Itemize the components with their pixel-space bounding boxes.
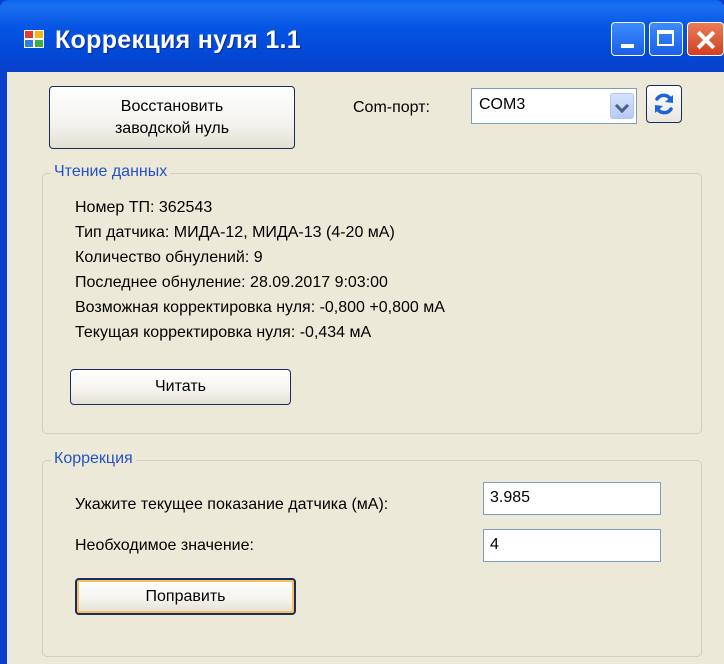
- correction-group-title: Коррекция: [51, 450, 136, 468]
- chevron-down-icon[interactable]: [610, 93, 634, 119]
- app-window: Коррекция нуля 1.1 Восстановить заводско…: [0, 0, 724, 664]
- fix-button[interactable]: Поправить: [75, 578, 296, 615]
- close-button[interactable]: [687, 22, 724, 56]
- maximize-button[interactable]: [649, 22, 683, 56]
- client-area: Восстановить заводской нуль Com-порт: CO…: [7, 72, 724, 664]
- refresh-button[interactable]: [646, 85, 682, 123]
- com-port-label: Com-порт:: [353, 99, 430, 116]
- required-value-label: Необходимое значение:: [75, 537, 254, 554]
- sensor-type-line: Тип датчика: МИДА-12, МИДА-13 (4-20 мА): [75, 224, 395, 241]
- required-value-input[interactable]: 4: [483, 529, 661, 562]
- current-reading-label: Укажите текущее показание датчика (мА):: [75, 496, 389, 513]
- app-icon: [24, 30, 44, 48]
- current-correction-line: Текущая корректировка нуля: -0,434 мА: [75, 324, 372, 341]
- com-port-value: COM3: [479, 96, 526, 113]
- title-bar[interactable]: Коррекция нуля 1.1: [0, 0, 724, 72]
- refresh-icon: [655, 93, 673, 115]
- tp-number-line: Номер ТП: 362543: [75, 199, 213, 216]
- restore-button-label-line1: Восстановить: [120, 97, 224, 115]
- restore-factory-zero-button[interactable]: Восстановить заводской нуль: [49, 86, 295, 149]
- last-reset-line: Последнее обнуление: 28.09.2017 9:03:00: [75, 274, 388, 291]
- possible-correction-line: Возможная корректировка нуля: -0,800 +0,…: [75, 299, 445, 316]
- read-button[interactable]: Читать: [70, 369, 291, 405]
- reset-count-line: Количество обнулений: 9: [75, 249, 263, 266]
- data-reading-group-title: Чтение данных: [51, 163, 171, 181]
- window-title: Коррекция нуля 1.1: [55, 26, 302, 54]
- com-port-select[interactable]: COM3: [471, 88, 637, 124]
- restore-button-label-line2: заводской нуль: [114, 119, 230, 137]
- minimize-button[interactable]: [611, 22, 645, 56]
- current-reading-input[interactable]: 3.985: [483, 482, 661, 515]
